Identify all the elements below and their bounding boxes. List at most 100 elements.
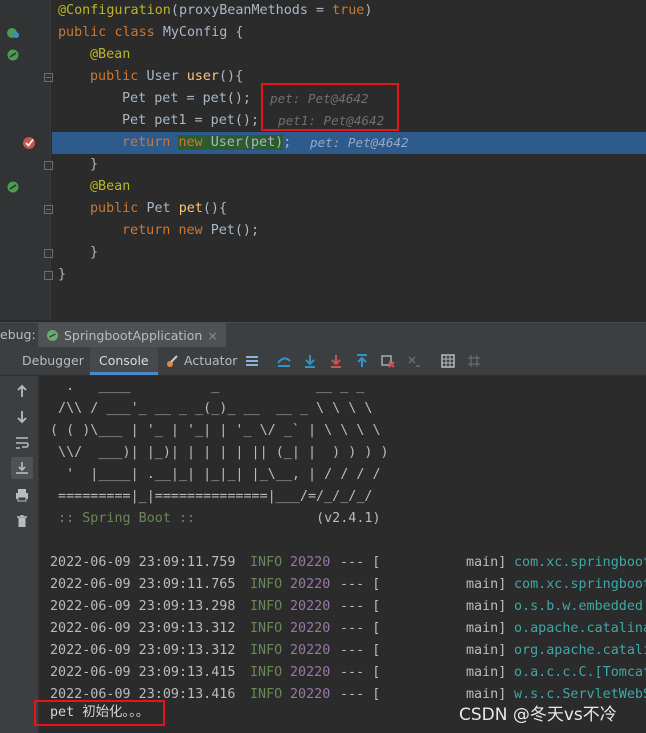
run-to-cursor-icon[interactable] bbox=[406, 353, 422, 369]
annotation-param: proxyBeanMethods bbox=[178, 3, 308, 18]
code-text: Pet pet = pet(); bbox=[122, 91, 251, 106]
code-line[interactable]: @Bean bbox=[90, 176, 130, 198]
log-pid: 20220 bbox=[290, 665, 331, 680]
code-line[interactable]: public class MyConfig { bbox=[58, 22, 243, 44]
code-line[interactable]: return new User(pet); bbox=[122, 132, 291, 154]
banner-line: /\\ / ___'_ __ _ _(_)_ __ __ _ \ \ \ \ bbox=[50, 401, 373, 416]
annotation: @Bean bbox=[90, 47, 131, 62]
fold-marker-icon[interactable] bbox=[44, 249, 53, 258]
trace-icon[interactable] bbox=[466, 353, 482, 369]
code-line[interactable]: Pet pet1 = pet(); bbox=[122, 110, 259, 132]
actuator-icon bbox=[167, 355, 178, 367]
step-into-icon[interactable] bbox=[328, 353, 344, 369]
keyword: public bbox=[90, 69, 147, 84]
scroll-down-icon[interactable] bbox=[14, 409, 30, 425]
method-name: pet bbox=[178, 201, 203, 216]
log-level: INFO bbox=[250, 577, 283, 592]
evaluate-expression-icon[interactable] bbox=[440, 353, 456, 369]
tab-console[interactable]: Console bbox=[90, 347, 158, 375]
code-line[interactable]: } bbox=[58, 264, 66, 286]
keyword: new bbox=[178, 223, 211, 238]
inline-debug-value: pet: Pet@4642 bbox=[310, 135, 409, 150]
log-pid: 20220 bbox=[290, 621, 331, 636]
code-text: ; bbox=[283, 135, 292, 150]
keyword: new bbox=[178, 135, 211, 150]
log-thread: main] bbox=[466, 643, 507, 658]
code-line[interactable]: public Pet pet(){ bbox=[90, 198, 227, 220]
log-separator: --- [ bbox=[340, 577, 381, 592]
log-logger[interactable]: com.xc.springboot bbox=[514, 574, 646, 596]
code-text: (){ bbox=[202, 201, 228, 216]
keyword: public bbox=[58, 25, 115, 40]
equals: = bbox=[307, 3, 333, 18]
watermark: CSDN @冬天vs不冷 bbox=[459, 705, 617, 725]
banner-line: . ____ _ __ _ _ bbox=[50, 379, 365, 394]
log-logger[interactable]: com.xc.springboot bbox=[514, 552, 646, 574]
log-logger[interactable]: org.apache.catali bbox=[514, 640, 646, 662]
log-separator: --- [ bbox=[340, 665, 381, 680]
log-thread: main] bbox=[466, 621, 507, 636]
code-editor[interactable]: @Configuration(proxyBeanMethods = true) … bbox=[0, 0, 646, 320]
log-level: INFO bbox=[250, 621, 283, 636]
tab-debugger[interactable]: Debugger bbox=[16, 347, 90, 375]
breakpoint-icon[interactable] bbox=[22, 136, 36, 150]
log-timestamp: 2022-06-09 23:09:13.298 bbox=[50, 599, 236, 614]
fold-marker-icon[interactable] bbox=[44, 205, 53, 214]
keyword: return bbox=[122, 223, 179, 238]
close-tab-icon[interactable]: × bbox=[207, 328, 217, 343]
code-line[interactable]: @Bean bbox=[90, 44, 130, 66]
type-name: User bbox=[146, 69, 187, 84]
log-thread: main] bbox=[466, 555, 507, 570]
log-timestamp: 2022-06-09 23:09:13.415 bbox=[50, 665, 236, 680]
code-line[interactable]: @Configuration(proxyBeanMethods = true) bbox=[58, 0, 372, 22]
run-configuration-tab[interactable]: SpringbootApplication × bbox=[38, 323, 226, 347]
soft-wrap-icon[interactable] bbox=[14, 435, 30, 451]
log-level: INFO bbox=[250, 599, 283, 614]
paren: ( bbox=[170, 3, 179, 18]
spring-bean-icon[interactable] bbox=[6, 180, 20, 194]
code-line[interactable]: return new Pet(); bbox=[122, 220, 259, 242]
log-level: INFO bbox=[250, 643, 283, 658]
highlight-annotation-box bbox=[261, 83, 399, 131]
spring-bean-icon[interactable] bbox=[6, 26, 20, 40]
spring-bean-icon[interactable] bbox=[6, 48, 20, 62]
code-text: Pet(); bbox=[210, 223, 260, 238]
code-line[interactable]: } bbox=[90, 154, 98, 176]
tab-actuator[interactable]: Actuator bbox=[160, 347, 243, 375]
class-name: MyConfig { bbox=[162, 25, 244, 40]
log-pid: 20220 bbox=[290, 643, 331, 658]
method-name: user bbox=[186, 69, 219, 84]
step-out-icon[interactable] bbox=[354, 353, 370, 369]
log-logger[interactable]: o.s.b.w.embedded. bbox=[514, 596, 646, 618]
print-icon[interactable] bbox=[14, 487, 30, 503]
code-line[interactable]: public User user(){ bbox=[90, 66, 243, 88]
log-logger[interactable]: o.apache.catalina bbox=[514, 618, 646, 640]
code-text: } bbox=[90, 245, 99, 260]
fold-marker-icon[interactable] bbox=[44, 73, 53, 82]
show-execution-point-icon[interactable] bbox=[276, 353, 292, 369]
log-thread: main] bbox=[466, 599, 507, 614]
spring-boot-icon bbox=[47, 329, 58, 341]
drop-frame-icon[interactable] bbox=[380, 353, 396, 369]
scroll-to-end-icon[interactable] bbox=[14, 460, 30, 476]
menu-icon[interactable] bbox=[244, 353, 260, 369]
log-pid: 20220 bbox=[290, 577, 331, 592]
fold-marker-icon[interactable] bbox=[44, 271, 53, 280]
fold-marker-icon[interactable] bbox=[44, 161, 53, 170]
log-separator: --- [ bbox=[340, 621, 381, 636]
debug-tool-window-header: ebug: SpringbootApplication × bbox=[0, 322, 646, 348]
log-thread: main] bbox=[466, 665, 507, 680]
log-thread: main] bbox=[466, 577, 507, 592]
clear-all-icon[interactable] bbox=[14, 513, 30, 529]
highlight-annotation-box bbox=[34, 700, 165, 726]
log-logger[interactable]: o.a.c.c.C.[Tomcat bbox=[514, 662, 646, 684]
log-timestamp: 2022-06-09 23:09:13.312 bbox=[50, 621, 236, 636]
step-over-icon[interactable] bbox=[302, 353, 318, 369]
log-separator: --- [ bbox=[340, 687, 381, 702]
log-pid: 20220 bbox=[290, 599, 331, 614]
console-output[interactable]: . ____ _ __ _ _ /\\ / ___'_ __ _ _(_)_ _… bbox=[34, 376, 646, 733]
code-text: User(pet) bbox=[210, 135, 284, 150]
scroll-up-icon[interactable] bbox=[14, 383, 30, 399]
code-line[interactable]: Pet pet = pet(); bbox=[122, 88, 251, 110]
code-line[interactable]: } bbox=[90, 242, 98, 264]
